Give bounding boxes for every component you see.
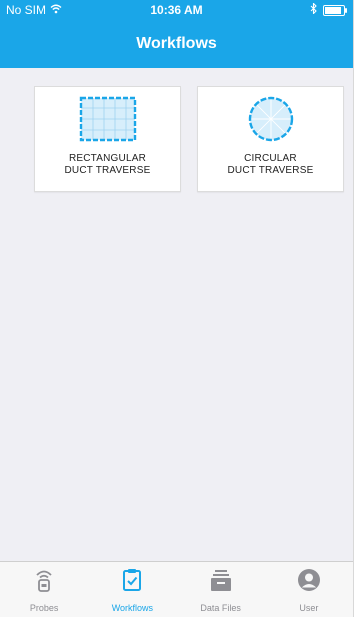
probe-icon <box>33 568 55 597</box>
tab-bar: Probes Workflows Data Files User <box>0 561 353 617</box>
battery-icon <box>323 4 347 16</box>
tab-label: User <box>299 603 319 613</box>
app-screen: No SIM 10:36 AM Workflows RECTANGULAR DU… <box>0 0 354 617</box>
workflow-label: CIRCULAR DUCT TRAVERSE <box>227 153 314 176</box>
rectangular-duct-traverse-card[interactable]: RECTANGULAR DUCT TRAVERSE <box>34 86 181 192</box>
tab-label: Workflows <box>111 603 154 613</box>
circular-duct-traverse-card[interactable]: CIRCULAR DUCT TRAVERSE <box>197 86 344 192</box>
tab-user[interactable]: User <box>265 562 353 617</box>
tab-data-files[interactable]: Data Files <box>177 562 265 617</box>
circular-duct-icon <box>247 95 295 143</box>
clipboard-check-icon <box>122 568 142 597</box>
bluetooth-icon <box>310 2 317 17</box>
battery-fill <box>325 6 342 14</box>
tab-label: Data Files <box>200 603 241 613</box>
page-title: Workflows <box>136 35 217 52</box>
tab-workflows[interactable]: Workflows <box>88 562 176 617</box>
status-right <box>310 2 347 17</box>
workflow-grid: RECTANGULAR DUCT TRAVERSE CIRCULAR DUCT … <box>0 68 353 562</box>
data-files-icon <box>210 568 232 597</box>
user-icon <box>297 568 321 597</box>
tab-probes[interactable]: Probes <box>0 562 88 617</box>
rectangular-duct-icon <box>78 95 138 143</box>
nav-bar: Workflows <box>0 20 353 68</box>
status-bar: No SIM 10:36 AM <box>0 0 353 20</box>
status-time: 10:36 AM <box>150 3 203 17</box>
tab-label: Probes <box>29 603 59 613</box>
workflow-label: RECTANGULAR DUCT TRAVERSE <box>64 153 151 176</box>
